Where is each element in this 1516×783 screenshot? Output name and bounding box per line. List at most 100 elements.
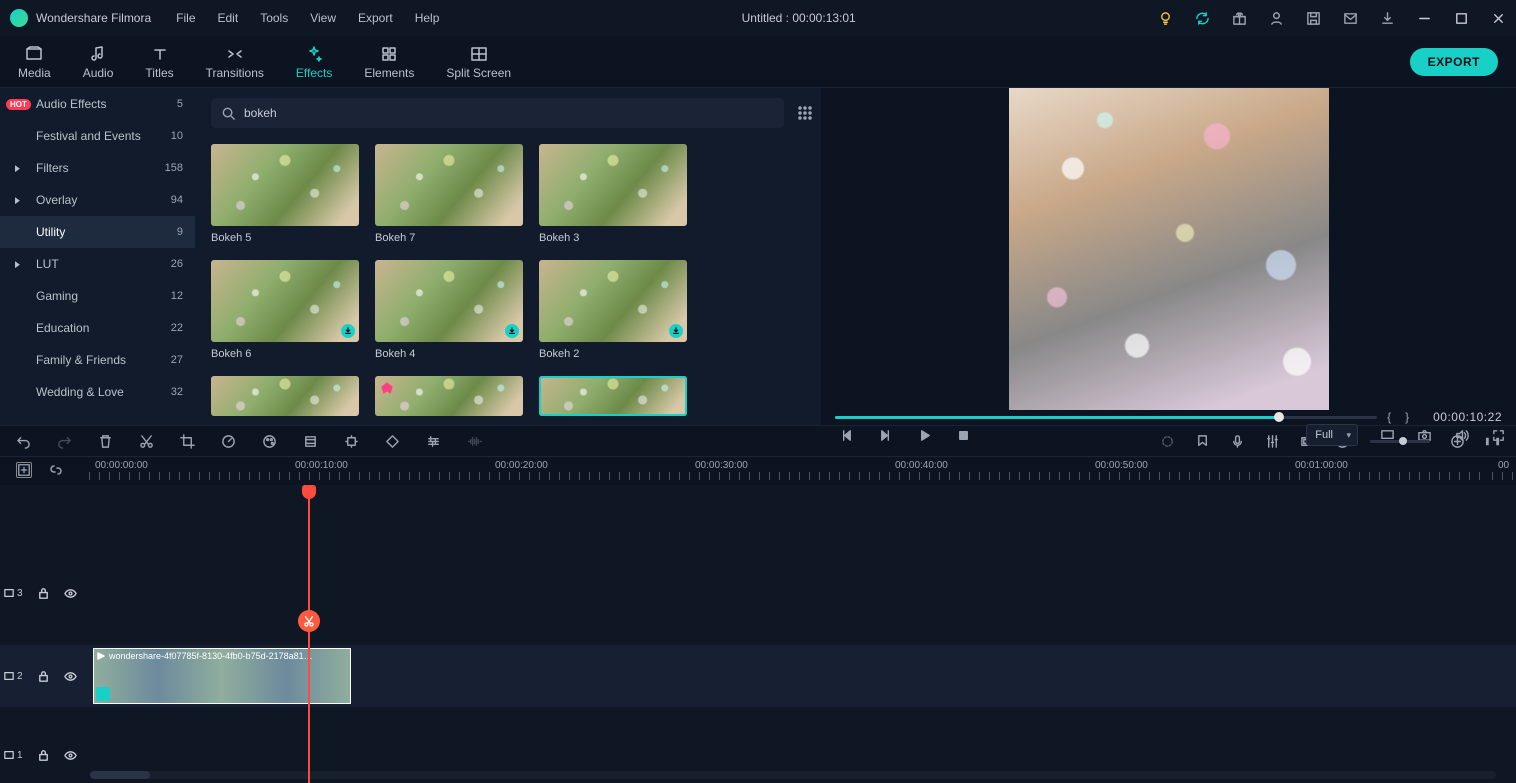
minimize-icon[interactable]: [1417, 11, 1432, 26]
maximize-icon[interactable]: [1454, 11, 1469, 26]
prev-frame-icon[interactable]: [839, 428, 854, 443]
sidebar-item-label: Filters: [36, 161, 69, 175]
mark-out-icon[interactable]: }: [1405, 410, 1423, 424]
mail-icon[interactable]: [1343, 11, 1358, 26]
ruler-tick: 00:00:40:00: [895, 460, 948, 471]
cut-icon[interactable]: [139, 434, 154, 449]
preview-seekbar[interactable]: [835, 416, 1377, 419]
menu-tools[interactable]: Tools: [260, 11, 288, 25]
tab-transitions[interactable]: Transitions: [206, 43, 264, 80]
track-header-3[interactable]: 3: [4, 587, 77, 600]
auto-ripple-icon[interactable]: [48, 462, 64, 478]
sidebar-item-filters[interactable]: ▶Filters158: [0, 152, 195, 184]
sidebar-item-utility[interactable]: Utility9: [0, 216, 195, 248]
effect-card[interactable]: Bokeh 3: [539, 144, 687, 244]
speed-icon[interactable]: [221, 434, 236, 449]
effect-card[interactable]: Bokeh 4: [375, 260, 523, 360]
effect-card[interactable]: Bokeh 5: [211, 144, 359, 244]
next-frame-icon[interactable]: [878, 428, 893, 443]
menu-help[interactable]: Help: [415, 11, 440, 25]
video-clip[interactable]: wondershare-4f07785f-8130-4fb0-b75d-2178…: [93, 648, 351, 704]
delete-icon[interactable]: [98, 434, 113, 449]
track-manager-icon[interactable]: [16, 462, 32, 478]
search-input[interactable]: [244, 106, 774, 120]
effect-card[interactable]: Bokeh 7: [375, 144, 523, 244]
menu-view[interactable]: View: [310, 11, 336, 25]
export-button[interactable]: EXPORT: [1410, 48, 1498, 76]
crop-icon[interactable]: [180, 434, 195, 449]
sidebar-item-lut[interactable]: ▶LUT26: [0, 248, 195, 280]
stop-icon[interactable]: [956, 428, 971, 443]
voiceover-icon[interactable]: [1230, 434, 1245, 449]
download-badge-icon[interactable]: [341, 324, 355, 338]
track-header-2[interactable]: 2: [4, 670, 77, 683]
color-icon[interactable]: [262, 434, 277, 449]
menu-edit[interactable]: Edit: [218, 11, 239, 25]
audio-wave-icon[interactable]: [467, 434, 482, 449]
grid-view-icon[interactable]: [798, 106, 813, 121]
tab-elements[interactable]: Elements: [364, 43, 414, 80]
effect-card[interactable]: Bokeh 2: [539, 260, 687, 360]
download-badge-icon[interactable]: [505, 324, 519, 338]
zoom-slider[interactable]: [1370, 440, 1430, 443]
document-title: Untitled : 00:00:13:01: [439, 11, 1158, 25]
effect-thumbnail: [539, 260, 687, 342]
timeline-scrollbar[interactable]: [90, 771, 1496, 779]
sidebar-item-wedding-love[interactable]: Wedding & Love32: [0, 376, 195, 408]
refresh-icon[interactable]: [1195, 11, 1210, 26]
save-icon[interactable]: [1306, 11, 1321, 26]
effect-card[interactable]: [375, 376, 523, 416]
download-badge-icon[interactable]: [669, 324, 683, 338]
zoom-fit-icon[interactable]: [1485, 434, 1500, 449]
sidebar-item-count: 9: [177, 226, 183, 238]
playhead[interactable]: [308, 485, 310, 783]
idea-icon[interactable]: [1158, 11, 1173, 26]
favorite-badge-icon[interactable]: [379, 380, 395, 396]
tab-titles[interactable]: Titles: [145, 43, 173, 80]
play-icon[interactable]: [917, 428, 932, 443]
chevron-right-icon: ▶: [15, 163, 20, 174]
sidebar-item-overlay[interactable]: ▶Overlay94: [0, 184, 195, 216]
track-header-1[interactable]: 1: [4, 749, 77, 762]
close-icon[interactable]: [1491, 11, 1506, 26]
tab-effects[interactable]: Effects: [296, 43, 332, 80]
sidebar-item-gaming[interactable]: Gaming12: [0, 280, 195, 312]
sidebar-item-label: Family & Friends: [36, 353, 126, 367]
tab-media[interactable]: Media: [18, 43, 51, 80]
mixer-icon[interactable]: [1265, 434, 1280, 449]
undo-icon[interactable]: [16, 434, 31, 449]
split-button[interactable]: [298, 610, 320, 632]
redo-icon[interactable]: [57, 434, 72, 449]
sidebar-item-family-friends[interactable]: Family & Friends27: [0, 344, 195, 376]
mark-in-icon[interactable]: {: [1387, 410, 1405, 424]
effect-card[interactable]: [539, 376, 687, 416]
render-icon[interactable]: [1160, 434, 1175, 449]
resolution-select[interactable]: Full: [1306, 424, 1358, 446]
search-box[interactable]: [211, 98, 784, 128]
sidebar-item-count: 12: [171, 290, 183, 302]
download-icon[interactable]: [1380, 11, 1395, 26]
effect-card[interactable]: Bokeh 6: [211, 260, 359, 360]
sidebar-item-education[interactable]: Education22: [0, 312, 195, 344]
sidebar-item-audio-effects[interactable]: HOTAudio Effects5: [0, 88, 195, 120]
adjust-icon[interactable]: [426, 434, 441, 449]
motion-icon[interactable]: [344, 434, 359, 449]
menu-export[interactable]: Export: [358, 11, 393, 25]
tab-audio[interactable]: Audio: [83, 43, 114, 80]
gift-icon[interactable]: [1232, 11, 1247, 26]
preview-viewport[interactable]: [821, 88, 1516, 410]
marker-icon[interactable]: [1195, 434, 1210, 449]
greenscreen-icon[interactable]: [303, 434, 318, 449]
timeline-tracks[interactable]: 3 2 1 wondershare-4f07785f-8130-4fb0-b75…: [0, 485, 1516, 783]
account-icon[interactable]: [1269, 11, 1284, 26]
clip-effect-badge[interactable]: [96, 687, 110, 701]
sidebar-item-festival-and-events[interactable]: Festival and Events10: [0, 120, 195, 152]
menu-file[interactable]: File: [176, 11, 195, 25]
zoom-in-icon[interactable]: [1450, 434, 1465, 449]
keyframe-icon[interactable]: [385, 434, 400, 449]
effect-thumbnail: [211, 376, 359, 416]
effect-card[interactable]: [211, 376, 359, 416]
timeline-ruler[interactable]: 00:00:00:00 00:00:10:00 00:00:20:00 00:0…: [0, 457, 1516, 485]
effects-sidebar: HOTAudio Effects5Festival and Events10 ▶ F…: [0, 88, 195, 425]
tab-splitscreen[interactable]: Split Screen: [446, 43, 511, 80]
